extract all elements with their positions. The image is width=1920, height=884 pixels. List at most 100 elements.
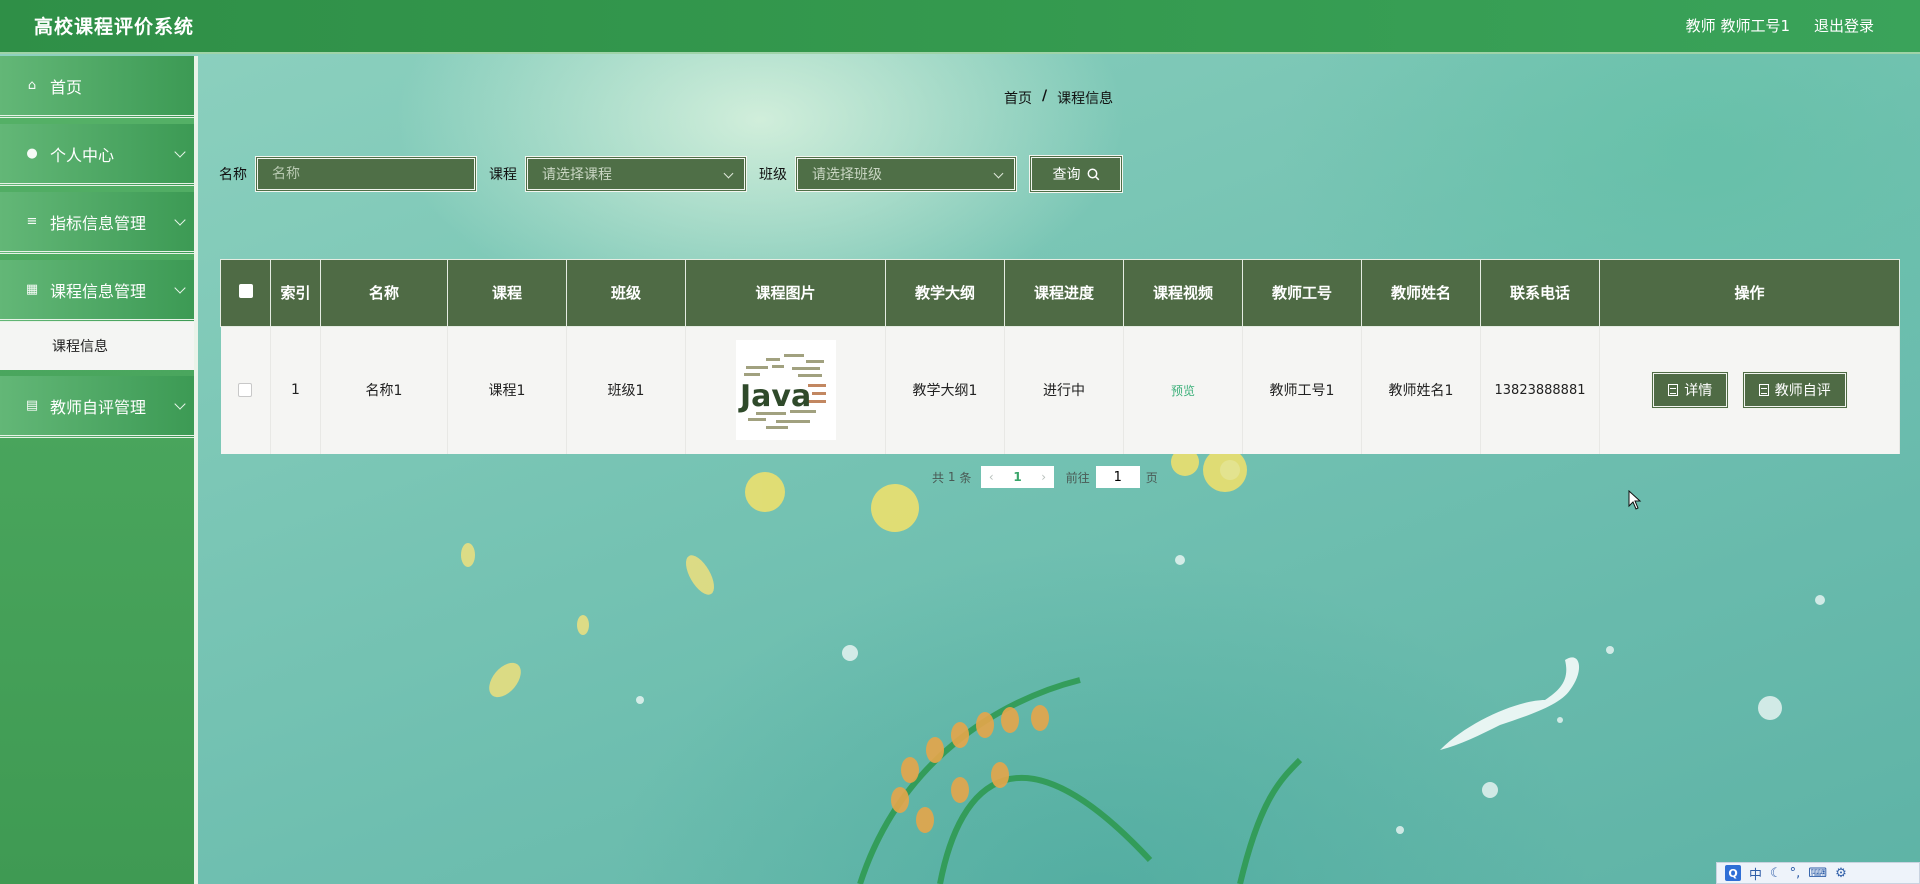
query-button[interactable]: 查询 bbox=[1029, 155, 1123, 193]
search-icon bbox=[1087, 168, 1099, 180]
column-header: 教师姓名 bbox=[1361, 259, 1481, 327]
user-info: 教师 教师工号1 bbox=[1686, 15, 1790, 36]
detail-button[interactable]: 详情 bbox=[1651, 371, 1730, 410]
column-header: 名称 bbox=[320, 259, 448, 327]
grid-icon: ▦ bbox=[25, 282, 39, 297]
column-header: 索引 bbox=[270, 259, 321, 327]
actions-cell: 详情 教师自评 bbox=[1599, 326, 1900, 454]
course-select-placeholder: 请选择课程 bbox=[542, 167, 612, 183]
column-header: 课程进度 bbox=[1004, 259, 1124, 327]
column-header: 联系电话 bbox=[1480, 259, 1600, 327]
page-number[interactable]: 1 bbox=[1001, 470, 1033, 484]
phone-cell: 13823888881 bbox=[1480, 326, 1600, 454]
course-table: 索引 名称 课程 班级 课程图片 教学大纲 课程进度 课程视频 教师工号 教师姓… bbox=[220, 259, 1900, 454]
select-all-checkbox[interactable] bbox=[238, 284, 253, 298]
document-icon bbox=[1668, 384, 1679, 397]
image-cell: Java bbox=[685, 326, 886, 454]
pagination: 共 1 条 ‹ 1 › 前往 页 bbox=[932, 466, 1158, 488]
class-cell: 班级1 bbox=[566, 326, 686, 454]
user-area: 教师 教师工号1 退出登录 bbox=[1686, 15, 1874, 36]
video-cell: 预览 bbox=[1123, 326, 1243, 454]
goto-prefix: 前往 bbox=[1065, 470, 1090, 485]
ime-toolbar: Q 中 ☾ °, ⌨ ⚙ bbox=[1716, 862, 1920, 884]
user-role: 教师 bbox=[1685, 17, 1716, 35]
teacher-name-cell: 教师姓名1 bbox=[1361, 326, 1481, 454]
list-icon: ≡ bbox=[26, 214, 38, 229]
total-prefix: 共 bbox=[932, 470, 945, 485]
top-header: 高校课程评价系统 教师 教师工号1 退出登录 bbox=[0, 0, 1920, 54]
table-header-row: 索引 名称 课程 班级 课程图片 教学大纲 课程进度 课程视频 教师工号 教师姓… bbox=[220, 259, 1900, 327]
document-icon bbox=[1758, 384, 1769, 397]
settings-icon[interactable]: ⚙ bbox=[1835, 866, 1847, 881]
course-image[interactable]: Java bbox=[735, 340, 836, 441]
teacher-id-cell: 教师工号1 bbox=[1242, 326, 1362, 454]
breadcrumb: 首页 / 课程信息 bbox=[1004, 88, 1113, 108]
chevron-down-icon bbox=[174, 214, 186, 226]
sidebar-item-course-management[interactable]: ▦ 课程信息管理 bbox=[0, 260, 194, 322]
column-header: 课程 bbox=[447, 259, 567, 327]
sidebar-item-label: 课程信息管理 bbox=[50, 281, 147, 301]
column-header: 班级 bbox=[566, 259, 686, 327]
breadcrumb-separator: / bbox=[1042, 88, 1048, 104]
sidebar-subitem-course-info[interactable]: 课程信息 bbox=[0, 322, 194, 370]
sidebar-item-label: 个人中心 bbox=[50, 145, 115, 165]
query-button-label: 查询 bbox=[1052, 167, 1081, 183]
self-evaluation-button[interactable]: 教师自评 bbox=[1741, 371, 1848, 410]
prev-page-icon[interactable]: ‹ bbox=[981, 470, 1001, 484]
sidebar-item-personal-center[interactable]: ● 个人中心 bbox=[0, 124, 194, 186]
chevron-down-icon bbox=[993, 168, 1004, 179]
next-page-icon[interactable]: › bbox=[1034, 470, 1054, 484]
index-cell: 1 bbox=[270, 326, 321, 454]
column-header: 课程视频 bbox=[1123, 259, 1243, 327]
chevron-down-icon bbox=[174, 282, 186, 294]
user-name: 教师工号1 bbox=[1720, 17, 1790, 35]
punctuation-icon[interactable]: °, bbox=[1790, 866, 1801, 881]
goto-suffix: 页 bbox=[1145, 470, 1158, 485]
name-label: 名称 bbox=[219, 167, 247, 183]
sidebar-item-indicator-management[interactable]: ≡ 指标信息管理 bbox=[0, 192, 194, 254]
home-icon: ⌂ bbox=[27, 78, 37, 93]
progress-cell: 进行中 bbox=[1004, 326, 1124, 454]
course-select[interactable]: 请选择课程 bbox=[525, 156, 747, 192]
row-checkbox[interactable] bbox=[238, 383, 253, 398]
self-evaluation-button-label: 教师自评 bbox=[1774, 383, 1831, 400]
detail-button-label: 详情 bbox=[1684, 383, 1713, 400]
app-title: 高校课程评价系统 bbox=[34, 16, 195, 38]
logout-link[interactable]: 退出登录 bbox=[1814, 15, 1874, 36]
ime-mode[interactable]: 中 bbox=[1749, 864, 1762, 883]
user-icon: ● bbox=[26, 146, 38, 161]
sidebar-item-label: 首页 bbox=[50, 77, 83, 97]
name-cell: 名称1 bbox=[320, 326, 448, 454]
class-label: 班级 bbox=[759, 167, 787, 183]
syllabus-cell: 教学大纲1 bbox=[885, 326, 1005, 454]
search-bar: 名称 课程 请选择课程 班级 请选择班级 查询 bbox=[219, 155, 1123, 193]
goto-page-input[interactable] bbox=[1095, 466, 1140, 488]
class-select-placeholder: 请选择班级 bbox=[812, 167, 882, 183]
column-header: 课程图片 bbox=[685, 259, 886, 327]
name-input[interactable] bbox=[255, 156, 477, 192]
sidebar-item-label: 指标信息管理 bbox=[50, 213, 147, 233]
chevron-down-icon bbox=[174, 398, 186, 410]
row-select-cell bbox=[220, 326, 271, 454]
select-all-header bbox=[220, 259, 271, 327]
sidebar-item-self-evaluation[interactable]: ▤ 教师自评管理 bbox=[0, 376, 194, 438]
sidebar: ⌂ 首页 ● 个人中心 ≡ 指标信息管理 ▦ 课程信息管理 课程信息 ▤ 教师自… bbox=[0, 56, 198, 884]
class-select[interactable]: 请选择班级 bbox=[795, 156, 1017, 192]
total-suffix: 条 bbox=[959, 470, 972, 485]
sidebar-item-home[interactable]: ⌂ 首页 bbox=[0, 56, 194, 118]
total-count: 1 bbox=[947, 470, 956, 484]
column-header: 操作 bbox=[1599, 259, 1900, 327]
search-app-icon[interactable]: Q bbox=[1725, 865, 1741, 881]
video-preview-link[interactable]: 预览 bbox=[1171, 384, 1195, 398]
image-caption: Java bbox=[738, 379, 811, 414]
clipboard-icon: ▤ bbox=[25, 398, 39, 413]
course-cell: 课程1 bbox=[447, 326, 567, 454]
sidebar-item-label: 教师自评管理 bbox=[50, 397, 147, 417]
breadcrumb-home[interactable]: 首页 bbox=[1004, 88, 1032, 108]
column-header: 教学大纲 bbox=[885, 259, 1005, 327]
table-row: 1 名称1 课程1 班级1 Java 教学大纲1 进行中 预览 教师工号1 教师… bbox=[220, 326, 1900, 454]
keyboard-icon[interactable]: ⌨ bbox=[1808, 866, 1827, 881]
moon-icon[interactable]: ☾ bbox=[1770, 866, 1782, 881]
mouse-cursor-icon bbox=[1628, 490, 1642, 510]
course-label: 课程 bbox=[489, 167, 517, 183]
